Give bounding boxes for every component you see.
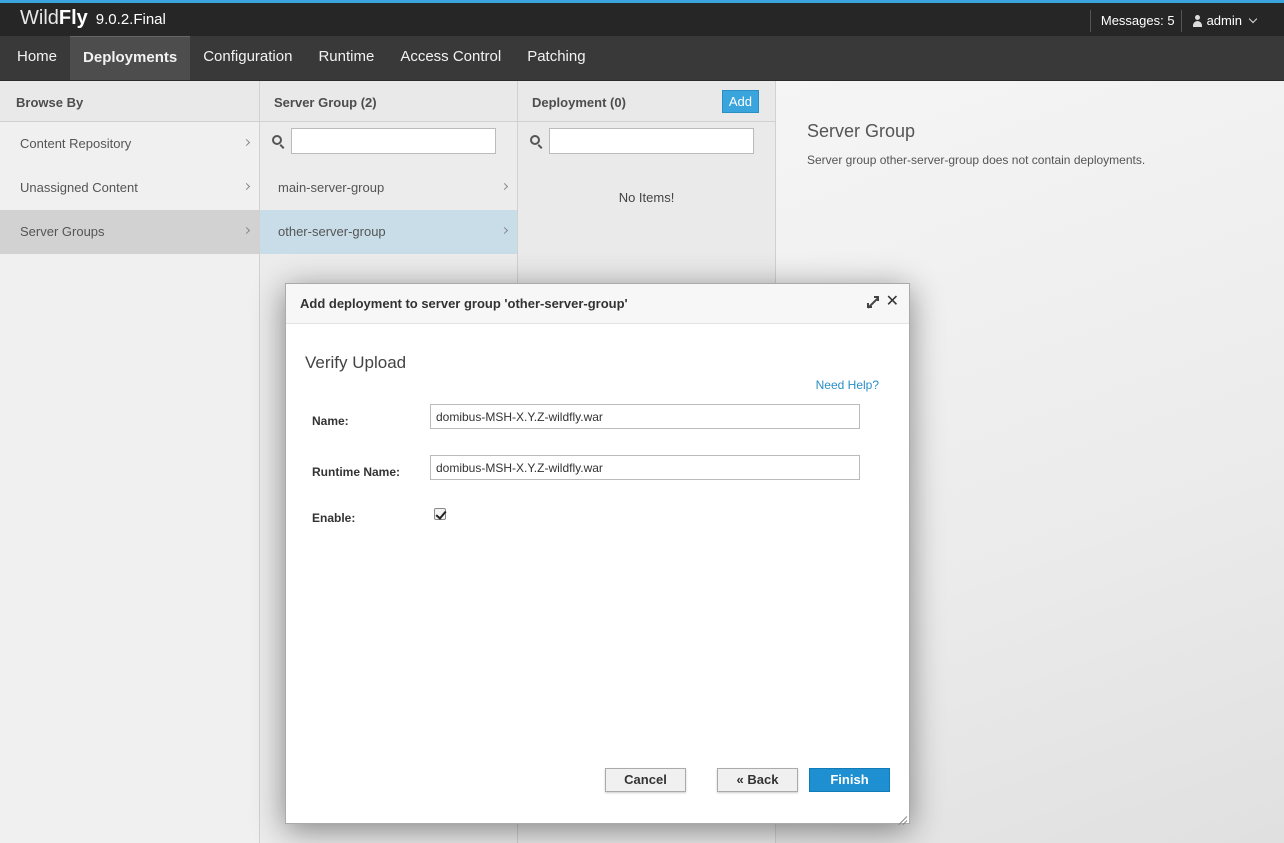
server-group-search: [260, 122, 517, 166]
search-icon: [530, 135, 540, 145]
nav-patching[interactable]: Patching: [514, 36, 598, 80]
name-label: Name:: [312, 414, 349, 428]
detail-title: Server Group: [807, 121, 916, 141]
chevron-right-icon: [242, 182, 251, 191]
browse-item-label: Content Repository: [20, 136, 132, 151]
brand-light: Wild: [20, 7, 59, 29]
maximize-icon[interactable]: [867, 296, 879, 308]
add-deployment-dialog: Add deployment to server group 'other-se…: [285, 283, 910, 824]
browse-item-server-groups[interactable]: Server Groups: [0, 210, 259, 254]
step-title: Verify Upload: [305, 353, 407, 372]
top-bar: WildFly 9.0.2.Final Messages: 5 admin: [0, 0, 1284, 36]
dialog-header: Add deployment to server group 'other-se…: [286, 284, 909, 324]
finish-button[interactable]: Finish: [809, 768, 890, 792]
nav-runtime[interactable]: Runtime: [305, 36, 387, 80]
top-right: Messages: 5 admin: [1089, 9, 1284, 33]
main-nav: Home Deployments Configuration Runtime A…: [0, 36, 1284, 81]
chevron-right-icon: [500, 226, 509, 235]
name-field[interactable]: [430, 404, 860, 429]
nav-home[interactable]: Home: [4, 36, 70, 80]
chevron-down-icon: [1248, 14, 1258, 24]
chevron-right-icon: [242, 226, 251, 235]
browse-item-unassigned-content[interactable]: Unassigned Content: [0, 166, 259, 210]
user-name: admin: [1206, 13, 1242, 28]
cancel-button[interactable]: Cancel: [605, 768, 686, 792]
deployment-search: [518, 122, 775, 166]
server-group-item-other[interactable]: other-server-group: [260, 210, 517, 254]
nav-deployments[interactable]: Deployments: [70, 36, 191, 80]
deployment-search-input[interactable]: [549, 128, 754, 154]
need-help-link[interactable]: Need Help?: [816, 378, 879, 392]
server-group-item-main[interactable]: main-server-group: [260, 166, 517, 210]
close-icon[interactable]: ✕: [886, 294, 899, 310]
runtime-name-field[interactable]: [430, 455, 860, 480]
server-group-header: Server Group (2): [260, 81, 517, 122]
user-menu[interactable]: admin: [1180, 10, 1284, 32]
browse-item-label: Server Groups: [20, 224, 105, 239]
enable-checkbox[interactable]: [434, 508, 446, 520]
enable-label: Enable:: [312, 511, 356, 525]
runtime-name-label: Runtime Name:: [312, 465, 401, 479]
resize-grip-icon[interactable]: [897, 811, 907, 821]
deployment-header: Deployment (0) Add: [518, 81, 775, 122]
brand-bold: Fly: [58, 7, 88, 29]
nav-access-control[interactable]: Access Control: [387, 36, 514, 80]
add-deployment-button[interactable]: Add: [721, 90, 759, 113]
messages-link[interactable]: Messages: 5: [1089, 10, 1181, 32]
server-group-label: main-server-group: [278, 180, 385, 195]
server-group-label: other-server-group: [278, 224, 386, 239]
empty-list-message: No Items!: [618, 190, 675, 205]
brand-logo: WildFly 9.0.2.Final: [20, 7, 166, 30]
detail-text: Server group other-server-group does not…: [807, 153, 1146, 167]
browse-item-content-repository[interactable]: Content Repository: [0, 122, 259, 166]
browse-item-label: Unassigned Content: [20, 180, 138, 195]
nav-configuration[interactable]: Configuration: [190, 36, 305, 80]
deployment-title: Deployment (0): [532, 95, 626, 110]
user-icon: [1192, 15, 1203, 27]
version-label: 9.0.2.Final: [95, 11, 166, 28]
dialog-title: Add deployment to server group 'other-se…: [300, 296, 628, 311]
server-group-search-input[interactable]: [291, 128, 496, 154]
search-icon: [272, 135, 282, 145]
browse-by-header: Browse By: [0, 81, 259, 122]
browse-by-column: Browse By Content Repository Unassigned …: [0, 81, 260, 843]
chevron-right-icon: [500, 182, 509, 191]
chevron-right-icon: [242, 138, 251, 147]
back-button[interactable]: « Back: [717, 768, 798, 792]
